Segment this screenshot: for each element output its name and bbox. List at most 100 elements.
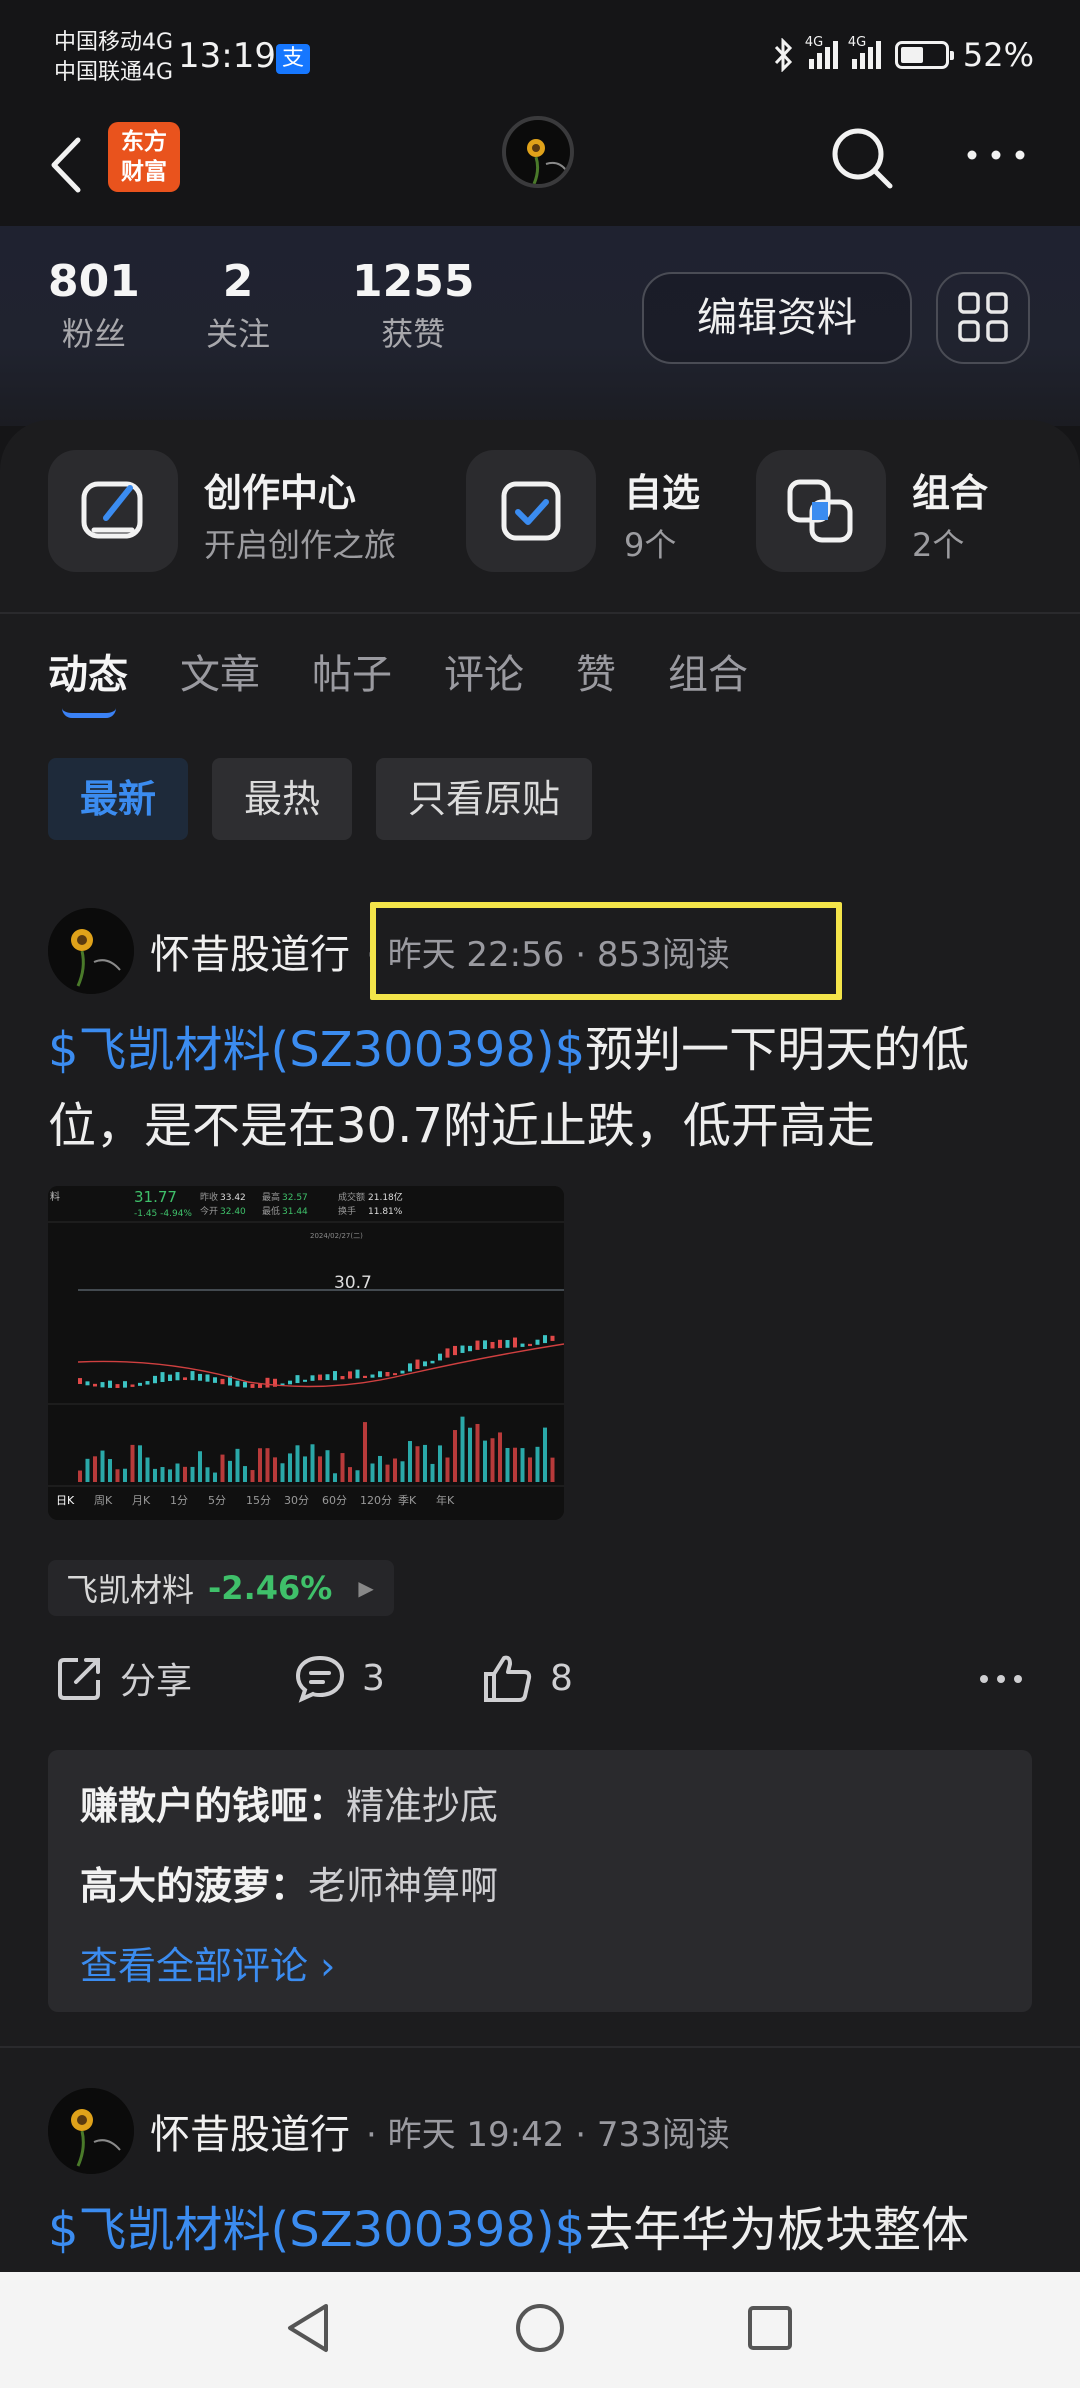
tab-articles[interactable]: 文章: [180, 642, 260, 700]
volume-bar: [363, 1422, 367, 1482]
candle: [355, 1369, 360, 1379]
tab-posts[interactable]: 帖子: [312, 642, 392, 700]
period-option[interactable]: 120分: [360, 1494, 392, 1507]
likes-count: 1255: [352, 256, 475, 307]
profile-avatar[interactable]: [502, 116, 574, 188]
period-option[interactable]: 15分: [246, 1494, 271, 1507]
candle: [363, 1375, 367, 1379]
candle: [325, 1374, 330, 1380]
candle: [468, 1345, 472, 1352]
stat-following[interactable]: 2 关注: [206, 256, 270, 355]
period-option[interactable]: 季K: [398, 1494, 417, 1507]
quick-action-creator-center[interactable]: 创作中心 开启创作之旅: [48, 450, 468, 580]
volume-bar: [325, 1450, 330, 1482]
period-option[interactable]: 5分: [208, 1494, 226, 1507]
period-option[interactable]: 1分: [170, 1494, 188, 1507]
volume-bar: [213, 1472, 217, 1482]
comment-user[interactable]: 高大的菠萝：: [80, 1864, 308, 1908]
comment-text: 老师神算啊: [308, 1864, 499, 1908]
share-icon: [58, 1658, 100, 1700]
volume-bar: [550, 1457, 555, 1482]
stock-tag[interactable]: $飞凯材料(SZ300398)$: [48, 1022, 585, 1078]
comment-icon: [295, 1655, 345, 1703]
edit-profile-button[interactable]: 编辑资料: [642, 272, 912, 364]
more-options-icon[interactable]: [964, 140, 1028, 170]
candle: [250, 1384, 255, 1388]
post-meta: · 昨天 19:42 · 733阅读: [366, 2114, 730, 2155]
volume-bar: [138, 1445, 142, 1482]
stat-likes[interactable]: 1255 获赞: [352, 256, 474, 355]
period-option[interactable]: 日K: [56, 1494, 75, 1507]
post-body[interactable]: $飞凯材料(SZ300398)$去年华为板块整体: [48, 2192, 1038, 2268]
search-icon[interactable]: [826, 122, 898, 194]
divider: [0, 612, 1080, 614]
filter-chips: 最新 最热 只看原贴: [48, 758, 593, 840]
period-option[interactable]: 月K: [132, 1494, 151, 1507]
tab-comments[interactable]: 评论: [444, 642, 524, 700]
candle: [505, 1340, 510, 1348]
back-arrow-icon[interactable]: [42, 130, 92, 200]
period-option[interactable]: 30分: [284, 1494, 309, 1507]
grid-menu-button[interactable]: [936, 272, 1030, 364]
volume-bar: [190, 1466, 195, 1482]
like-button[interactable]: 8: [480, 1652, 573, 1704]
quick-action-portfolio[interactable]: 组合 2个: [756, 450, 1046, 580]
volume-bar: [505, 1447, 510, 1482]
comment-item: 高大的菠萝：老师神算啊: [80, 1846, 1000, 1926]
stat-followers[interactable]: 801 粉丝: [48, 256, 140, 355]
tab-dynamic[interactable]: 动态: [48, 642, 128, 718]
author-avatar[interactable]: [48, 908, 134, 994]
period-option[interactable]: 周K: [94, 1494, 113, 1507]
volume-bar: [453, 1430, 457, 1482]
stock-tag[interactable]: $飞凯材料(SZ300398)$: [48, 2202, 585, 2258]
comment-button[interactable]: 3: [292, 1652, 385, 1704]
volume-bar: [393, 1458, 397, 1482]
filter-original-only[interactable]: 只看原贴: [376, 758, 593, 840]
volume-bar: [543, 1427, 547, 1482]
nav-back-icon[interactable]: [282, 2300, 334, 2356]
eastmoney-logo[interactable]: 东方 财富: [108, 122, 180, 192]
candle: [130, 1384, 135, 1387]
nav-home-icon[interactable]: [514, 2300, 566, 2356]
author-name[interactable]: 怀昔股道行: [150, 922, 350, 980]
system-navigation-bar: [0, 2272, 1080, 2388]
period-option[interactable]: 60分: [322, 1494, 347, 1507]
candle: [498, 1339, 502, 1349]
quick-action-watchlist[interactable]: 自选 9个: [466, 450, 726, 580]
like-count: 8: [550, 1657, 573, 1699]
comment-user[interactable]: 赚散户的钱咂：: [80, 1784, 346, 1828]
post-more-icon[interactable]: [978, 1672, 1024, 1686]
author-avatar[interactable]: [48, 2088, 134, 2174]
post-divider: [0, 2046, 1080, 2048]
volume-bar: [438, 1445, 442, 1482]
volume-bar: [145, 1457, 150, 1482]
candle: [78, 1378, 82, 1384]
candle: [235, 1380, 240, 1387]
candle: [310, 1375, 315, 1381]
kline-chart-image[interactable]: 料 31.77 -1.45 -4.94% 昨收 33.42 今开 32.40 最…: [48, 1186, 564, 1520]
candle: [378, 1371, 382, 1378]
volume-bar: [280, 1463, 285, 1482]
tab-portfolio[interactable]: 组合: [668, 642, 748, 700]
candle: [85, 1381, 90, 1386]
stock-quote-pill[interactable]: 飞凯材料 -2.46% ▶: [48, 1560, 394, 1616]
nav-recents-icon[interactable]: [744, 2300, 796, 2356]
view-all-comments-link[interactable]: 查看全部评论 ›: [80, 1926, 1000, 2006]
quick-action-title: 创作中心: [204, 471, 357, 515]
grid-icon: [958, 292, 1008, 342]
quick-action-subtitle: 9个: [624, 526, 677, 564]
filter-hottest[interactable]: 最热: [212, 758, 353, 840]
candle: [295, 1375, 300, 1384]
candle: [183, 1377, 187, 1381]
tab-likes[interactable]: 赞: [576, 642, 616, 700]
status-icons: 4G 4G 52%: [773, 35, 1034, 74]
volume-bar: [205, 1467, 210, 1482]
volume-bar: [198, 1451, 202, 1482]
filter-latest[interactable]: 最新: [48, 758, 189, 840]
period-option[interactable]: 年K: [436, 1493, 455, 1507]
comment-preview[interactable]: 赚散户的钱咂：精准抄底 高大的菠萝：老师神算啊 查看全部评论 ›: [48, 1750, 1032, 2012]
author-name[interactable]: 怀昔股道行: [150, 2102, 350, 2160]
following-count: 2: [222, 256, 254, 307]
post-body[interactable]: $飞凯材料(SZ300398)$预判一下明天的低 位，是不是在30.7附近止跌，…: [48, 1012, 1038, 1164]
share-button[interactable]: 分享: [54, 1652, 192, 1704]
